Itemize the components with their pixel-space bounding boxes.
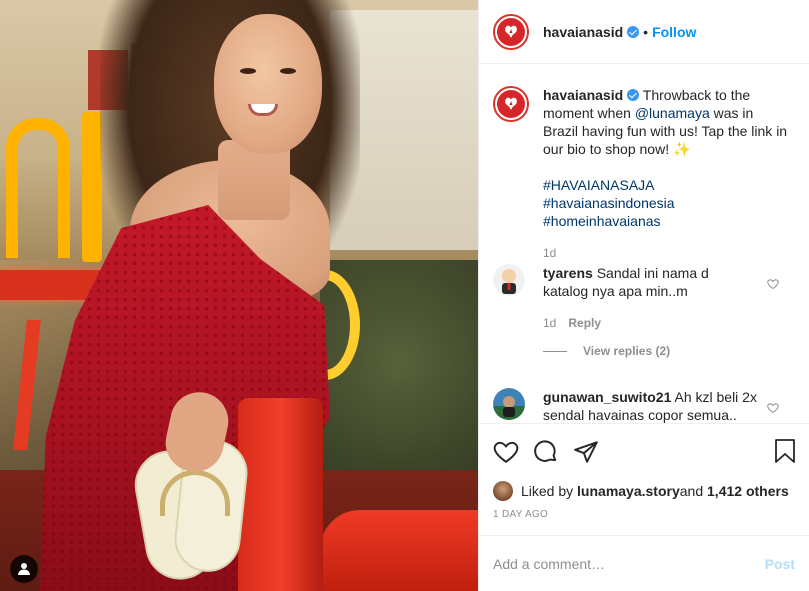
comment-body: tyarens Sandal ini nama d katalog nya ap… — [543, 264, 757, 332]
action-bar — [479, 423, 809, 479]
heart-icon — [493, 441, 519, 463]
havaianas-logo-icon — [497, 17, 525, 46]
caption-username[interactable]: havaianasid — [543, 87, 623, 103]
liker-avatar[interactable] — [493, 481, 513, 501]
likes-prefix: Liked by — [521, 483, 574, 499]
post-comment-button[interactable]: Post — [765, 556, 795, 572]
hashtag-link[interactable]: #HAVAIANASAJA — [543, 177, 654, 193]
woman-eye — [280, 68, 296, 74]
commenter-avatar[interactable] — [493, 264, 525, 296]
comment-meta: 1d Reply — [543, 314, 757, 332]
header-username[interactable]: havaianasid — [543, 24, 623, 40]
woman-eye — [240, 68, 256, 74]
comment-item: gunawan_suwito21 Ah kzl beli 2x sendal h… — [493, 388, 793, 423]
comment-username[interactable]: gunawan_suwito21 — [543, 389, 671, 405]
liker-username[interactable]: lunamaya.story — [577, 483, 680, 499]
follow-button[interactable]: Follow — [652, 24, 696, 40]
comment-item: tyarens Sandal ini nama d katalog nya ap… — [493, 264, 793, 332]
hashtag-link[interactable]: #homeinhavaianas — [543, 213, 661, 229]
comment-time[interactable]: 1d — [543, 316, 556, 330]
comment-button[interactable] — [533, 439, 559, 465]
red-chair — [238, 398, 323, 591]
comment-icon — [534, 439, 557, 462]
share-icon — [574, 440, 598, 463]
woman-face — [214, 14, 322, 154]
caption-mention[interactable]: @lunamaya — [635, 105, 710, 121]
likes-and: and — [679, 483, 704, 499]
heart-icon[interactable] — [767, 278, 779, 290]
comment-input[interactable]: Add a comment… — [493, 556, 765, 572]
comment-username[interactable]: tyarens — [543, 265, 593, 281]
account-avatar[interactable] — [493, 13, 529, 50]
view-replies-label: View replies (2) — [583, 344, 671, 358]
verified-badge-icon — [627, 89, 640, 101]
comment-body: gunawan_suwito21 Ah kzl beli 2x sendal h… — [543, 388, 757, 423]
separator-dot: • — [643, 23, 649, 40]
user-tag-button[interactable] — [10, 555, 38, 583]
post-photo[interactable] — [0, 0, 478, 591]
user-tag-icon — [18, 563, 30, 575]
caption-time[interactable]: 1d — [543, 244, 788, 262]
likes-count-link[interactable]: 1,412 others — [707, 483, 789, 499]
share-button[interactable] — [573, 439, 599, 465]
post-timestamp[interactable]: 1 DAY AGO — [479, 503, 809, 535]
caption-avatar[interactable] — [493, 86, 529, 122]
verified-badge-icon — [627, 25, 640, 38]
post-side-panel: havaianasid • Follow havaianasid Throwba… — [478, 0, 809, 591]
like-button[interactable] — [493, 439, 519, 465]
sparkle-emoji: ✨ — [672, 141, 691, 157]
view-replies-button[interactable]: View replies (2) — [543, 344, 670, 358]
neon-sign-letter — [82, 112, 102, 262]
save-button[interactable] — [773, 438, 797, 467]
havaianas-logo-icon — [497, 90, 525, 118]
caption-body: havaianasid Throwback to the moment when… — [543, 86, 788, 262]
post-header: havaianasid • Follow — [479, 0, 809, 64]
red-seat — [320, 510, 478, 591]
hashtag-link[interactable]: #havaianasindonesia — [543, 195, 675, 211]
likes-line: Liked by lunamaya.story and 1,412 others — [479, 479, 809, 503]
bookmark-icon — [775, 439, 795, 463]
heart-icon[interactable] — [767, 402, 779, 414]
view-replies-line — [543, 350, 567, 352]
comments-area[interactable]: havaianasid Throwback to the moment when… — [479, 64, 809, 423]
neon-sign-letter — [6, 118, 70, 258]
add-comment-bar: Add a comment… Post — [479, 535, 809, 591]
post-caption: havaianasid Throwback to the moment when… — [493, 86, 793, 262]
instagram-post: havaianasid • Follow havaianasid Throwba… — [0, 0, 809, 591]
reply-button[interactable]: Reply — [568, 316, 601, 330]
commenter-avatar[interactable] — [493, 388, 525, 420]
